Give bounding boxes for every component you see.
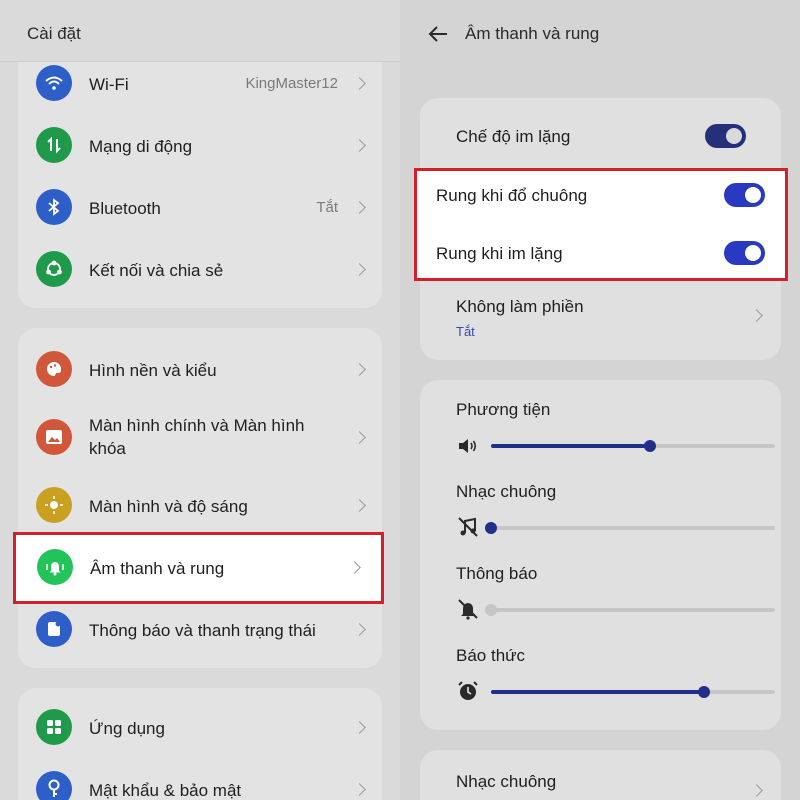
settings-item-label: Bluetooth: [89, 199, 161, 218]
ringtone-card: Nhạc chuông: [420, 750, 781, 800]
volume-card: Phương tiện Nhạc chuông Thông báo Báo th…: [420, 380, 781, 730]
settings-item-apps[interactable]: Ứng dụng: [18, 706, 382, 748]
chevron-right-icon: [353, 783, 366, 796]
alarm-volume-slider[interactable]: [491, 686, 775, 698]
settings-item-wallpaper[interactable]: Hình nền và kiểu: [18, 348, 382, 390]
settings-item-label: Hình nền và kiểu: [89, 361, 217, 380]
page-title: Âm thanh và rung: [465, 24, 600, 43]
settings-item-label: Màn hình và độ sáng: [89, 497, 248, 516]
ringtone-muted-icon: [456, 515, 480, 539]
bluetooth-status-value: Tắt: [316, 199, 338, 216]
chevron-right-icon: [353, 623, 366, 636]
settings-item-sound-vibration[interactable]: Âm thanh và rung: [13, 532, 384, 604]
settings-item-mobile-network[interactable]: Mạng di động: [18, 124, 382, 166]
settings-item-connection-sharing[interactable]: Kết nối và chia sẻ: [18, 248, 382, 290]
display-card: Hình nền và kiểu Màn hình chính và Màn h…: [18, 328, 382, 668]
chevron-right-icon[interactable]: [750, 784, 763, 797]
settings-item-home-lock-screen[interactable]: Màn hình chính và Màn hình khóa: [18, 410, 382, 464]
dnd-status: Tắt: [456, 324, 475, 339]
key-icon: [36, 771, 72, 800]
silent-mode-label: Chế độ im lặng: [456, 127, 571, 146]
settings-item-password-security[interactable]: Mật khẩu & bảo mật: [18, 768, 382, 800]
settings-item-label: Âm thanh và rung: [90, 559, 225, 578]
palette-icon: [36, 351, 72, 387]
settings-item-label: Mật khẩu & bảo mật: [89, 781, 242, 800]
vibrate-silent-label: Rung khi im lặng: [436, 244, 563, 263]
vibrate-ring-toggle[interactable]: [724, 183, 765, 207]
chevron-right-icon: [353, 263, 366, 276]
ringtone-volume-slider[interactable]: [485, 522, 775, 534]
dnd-label: Không làm phiền: [456, 297, 584, 316]
apps-icon: [36, 709, 72, 745]
chevron-right-icon: [348, 561, 361, 574]
notification-volume-slider[interactable]: [485, 604, 775, 616]
alarm-icon: [456, 679, 480, 703]
back-arrow-icon[interactable]: [428, 25, 448, 43]
settings-item-notifications-status-bar[interactable]: Thông báo và thanh trạng thái: [18, 608, 382, 650]
sound-vibration-screen: Âm thanh và rung Chế độ im lặng Không là…: [400, 0, 800, 800]
chevron-right-icon: [353, 499, 366, 512]
ringtone-section-label[interactable]: Nhạc chuông: [456, 772, 556, 792]
speaker-icon: [456, 434, 480, 458]
settings-item-bluetooth[interactable]: Bluetooth Tắt: [18, 186, 382, 228]
chevron-right-icon: [353, 77, 366, 90]
settings-item-label: Wi-Fi: [89, 75, 129, 94]
settings-item-label: Màn hình chính và Màn hình khóa: [89, 416, 305, 458]
apps-security-card: Ứng dụng Mật khẩu & bảo mật: [18, 688, 382, 800]
chevron-right-icon: [353, 139, 366, 152]
chevron-right-icon: [353, 721, 366, 734]
chevron-right-icon: [353, 431, 366, 444]
share-icon: [36, 251, 72, 287]
sound-vibration-icon: [37, 549, 73, 585]
image-icon: [36, 419, 72, 455]
vibration-toggles-highlight: Rung khi đổ chuông Rung khi im lặng: [414, 168, 788, 281]
settings-item-display-brightness[interactable]: Màn hình và độ sáng: [18, 484, 382, 526]
chevron-right-icon: [353, 201, 366, 214]
settings-item-label: Kết nối và chia sẻ: [89, 261, 224, 280]
page-title: Cài đặt: [27, 24, 81, 43]
settings-item-wifi[interactable]: Wi-Fi KingMaster12: [18, 62, 382, 104]
volume-label-media: Phương tiện: [456, 400, 551, 419]
connectivity-card: Wi-Fi KingMaster12 Mạng di động Bluetoot…: [18, 62, 382, 308]
settings-screen: Cài đặt Wi-Fi KingMaster12 Mạng di động …: [0, 0, 400, 800]
settings-item-label: Ứng dụng: [89, 719, 165, 738]
vibrate-silent-toggle[interactable]: [724, 241, 765, 265]
silent-mode-toggle[interactable]: [705, 124, 746, 148]
settings-item-label: Thông báo và thanh trạng thái: [89, 621, 316, 640]
chevron-right-icon: [353, 363, 366, 376]
notification-icon: [36, 611, 72, 647]
volume-label-alarm: Báo thức: [456, 646, 526, 665]
brightness-icon: [36, 487, 72, 523]
vibrate-ring-label: Rung khi đổ chuông: [436, 186, 588, 205]
volume-label-notification: Thông báo: [456, 564, 538, 583]
chevron-right-icon[interactable]: [750, 309, 763, 322]
wifi-icon: [36, 65, 72, 101]
bluetooth-icon: [36, 189, 72, 225]
media-volume-slider[interactable]: [491, 440, 775, 452]
mobile-data-icon: [36, 127, 72, 163]
settings-item-label: Mạng di động: [89, 137, 193, 156]
notification-muted-icon: [456, 597, 480, 621]
volume-label-ringtone: Nhạc chuông: [456, 482, 557, 501]
wifi-network-value: KingMaster12: [245, 75, 338, 92]
